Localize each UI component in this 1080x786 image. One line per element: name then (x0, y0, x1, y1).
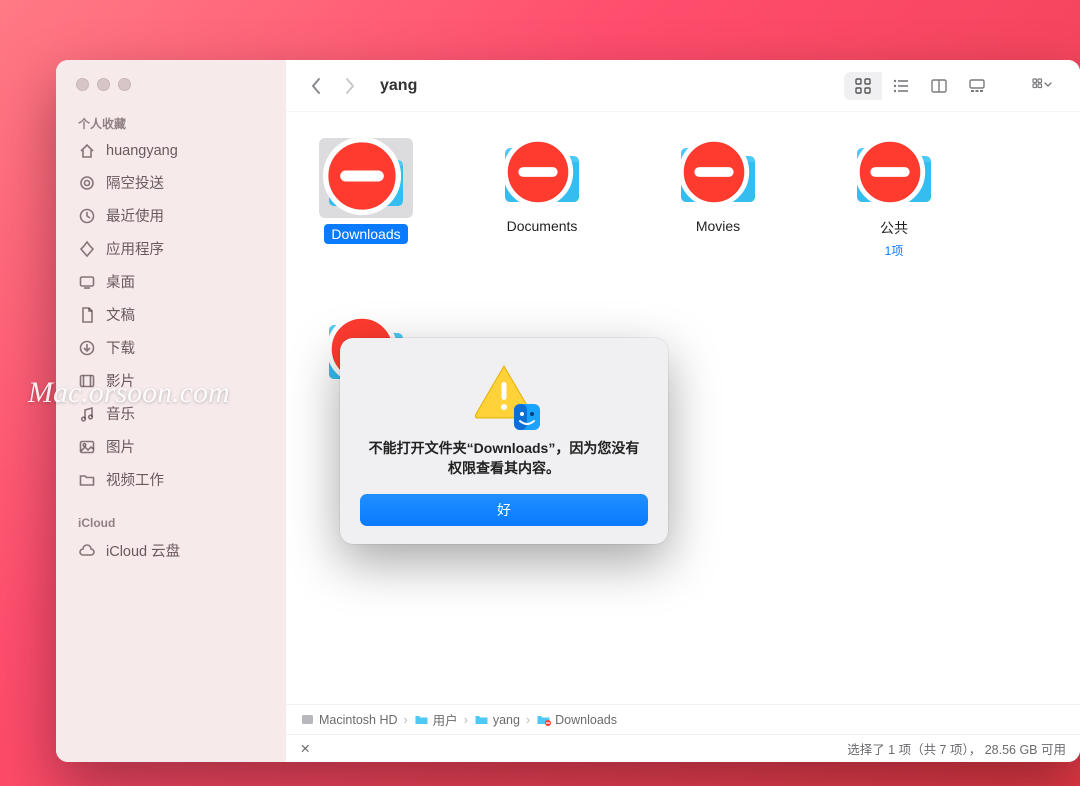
path-segment[interactable]: 用户 (414, 710, 458, 729)
zoom-button[interactable] (118, 78, 131, 91)
path-separator: › (404, 713, 408, 727)
folder-icon (851, 138, 937, 210)
folder-icon (319, 138, 413, 218)
path-segment[interactable]: Macintosh HD (300, 712, 398, 727)
folder-subtitle: 1项 (885, 242, 904, 259)
sidebar-item[interactable]: 桌面 (56, 265, 286, 298)
warning-icon (470, 360, 538, 428)
sidebar-item[interactable]: 图片 (56, 430, 286, 463)
folder-icon (499, 138, 585, 210)
folder-label: Documents (500, 216, 585, 236)
folder-label: 公共 (873, 216, 915, 240)
back-button[interactable] (304, 72, 328, 100)
sidebar-item-label: 视频工作 (106, 469, 164, 490)
group-button[interactable] (1024, 72, 1062, 100)
path-separator: › (526, 713, 530, 727)
status-close-icon[interactable]: ✕ (300, 741, 310, 756)
dialog-message: 不能打开文件夹“Downloads”，因为您没有权限查看其内容。 (360, 438, 648, 479)
sidebar-item[interactable]: 隔空投送 (56, 166, 286, 199)
sidebar-item[interactable]: 视频工作 (56, 463, 286, 496)
toolbar: yang (286, 60, 1080, 112)
sidebar-item[interactable]: 下载 (56, 331, 286, 364)
path-segment[interactable]: yang (474, 712, 520, 727)
view-gallery-button[interactable] (958, 72, 996, 100)
minimize-button[interactable] (97, 78, 110, 91)
close-button[interactable] (76, 78, 89, 91)
window-controls (56, 78, 286, 109)
sidebar-item[interactable]: 应用程序 (56, 232, 286, 265)
folder-label: Movies (689, 216, 747, 236)
sidebar: 个人收藏 huangyang 隔空投送最近使用应用程序桌面文稿下载影片音乐图片视频… (56, 60, 286, 762)
sidebar-item-label: 最近使用 (106, 205, 164, 226)
sidebar-section-favorites: 个人收藏 (56, 109, 286, 136)
sidebar-item-label: iCloud 云盘 (106, 540, 180, 561)
sidebar-item-label: 影片 (106, 370, 135, 391)
sidebar-section-icloud: iCloud (56, 510, 286, 534)
sidebar-item-label: 文稿 (106, 304, 135, 325)
path-separator: › (464, 713, 468, 727)
folder-item[interactable]: Movies (658, 138, 778, 259)
view-icon-button[interactable] (844, 72, 882, 100)
path-segment[interactable]: Downloads (536, 712, 617, 727)
status-text: 选择了 1 项（共 7 项）， 28.56 GB 可用 (847, 739, 1066, 758)
path-bar: Macintosh HD › 用户 › yang › Downloads (286, 704, 1080, 734)
folder-icon (675, 138, 761, 210)
sidebar-item[interactable]: 文稿 (56, 298, 286, 331)
sidebar-item[interactable]: 影片 (56, 364, 286, 397)
forward-button[interactable] (338, 72, 362, 100)
dialog-ok-button[interactable]: 好 (360, 494, 648, 526)
sidebar-item[interactable]: huangyang (56, 136, 286, 166)
view-switcher (844, 72, 996, 100)
sidebar-item-label: huangyang (106, 143, 178, 159)
sidebar-item[interactable]: iCloud 云盘 (56, 534, 286, 567)
view-list-button[interactable] (882, 72, 920, 100)
sidebar-item-label: 桌面 (106, 271, 135, 292)
sidebar-item[interactable]: 最近使用 (56, 199, 286, 232)
folder-item[interactable]: Documents (482, 138, 602, 259)
window-title: yang (380, 77, 417, 95)
sidebar-item-label: 音乐 (106, 403, 135, 424)
view-column-button[interactable] (920, 72, 958, 100)
status-bar: ✕ 选择了 1 项（共 7 项）， 28.56 GB 可用 (286, 734, 1080, 762)
permission-dialog: 不能打开文件夹“Downloads”，因为您没有权限查看其内容。 好 (340, 338, 668, 545)
sidebar-item-label: 下载 (106, 337, 135, 358)
folder-item[interactable]: Downloads (306, 138, 426, 259)
folder-label: Downloads (324, 224, 407, 244)
sidebar-item-label: 图片 (106, 436, 135, 457)
sidebar-item[interactable]: 音乐 (56, 397, 286, 430)
sidebar-item-label: 应用程序 (106, 238, 164, 259)
sidebar-item-label: 隔空投送 (106, 172, 164, 193)
folder-item[interactable]: 公共 1项 (834, 138, 954, 259)
